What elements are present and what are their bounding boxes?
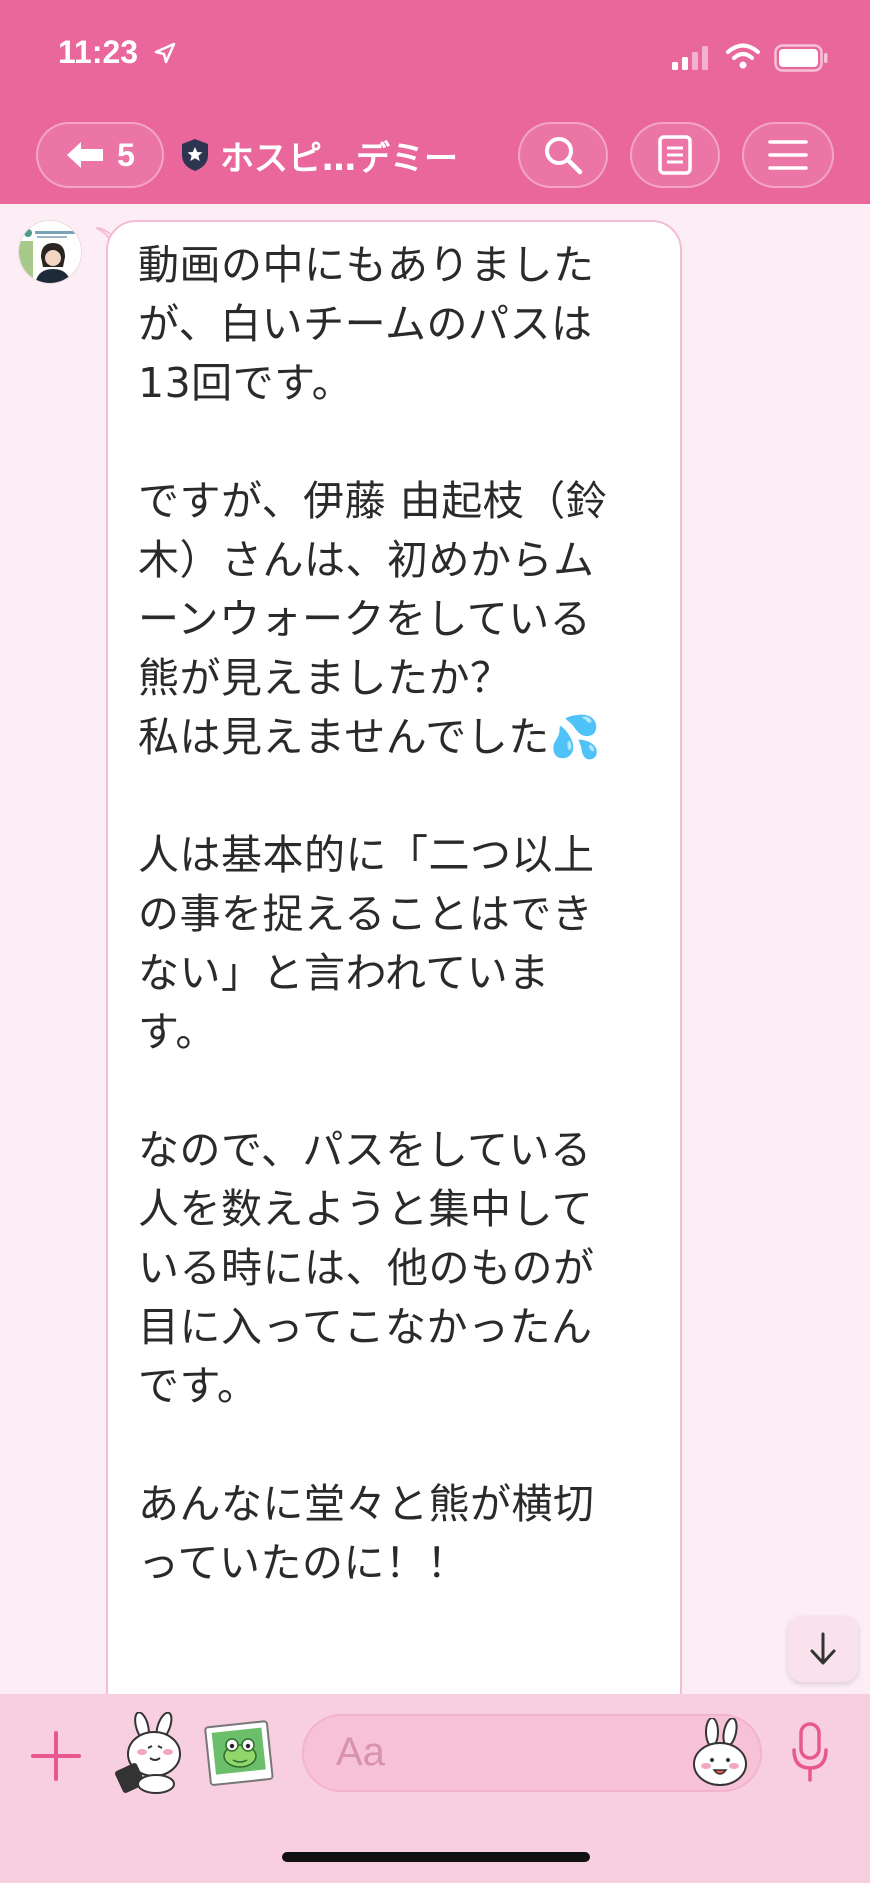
wifi-icon (726, 43, 760, 69)
sticker-frog-photo-icon[interactable] (204, 1718, 276, 1790)
back-button[interactable]: 5 (36, 122, 164, 188)
chat-title: ホスピ…デミー (220, 138, 458, 179)
menu-button[interactable] (742, 122, 834, 188)
chat-title-area[interactable]: ホスピ…デミー (180, 130, 458, 180)
shield-star-icon (182, 139, 208, 171)
search-icon (545, 137, 583, 175)
menu-icon (768, 140, 808, 170)
unread-count: 5 (117, 136, 135, 173)
search-button[interactable] (518, 122, 608, 188)
arrow-down-icon (810, 1632, 836, 1665)
battery-icon (774, 44, 828, 72)
scroll-to-bottom-button[interactable] (788, 1616, 858, 1682)
message-input-placeholder: Aa (336, 1730, 385, 1774)
message-text: 動画の中にもありました が、白いチームのパスは 13回です。 ですが、伊藤 由起… (138, 241, 608, 1587)
cellular-signal-icon (672, 46, 708, 70)
microphone-icon[interactable] (790, 1722, 830, 1784)
avatar-image (19, 221, 81, 283)
sticker-bunny-phone-icon[interactable] (112, 1712, 192, 1794)
chat-header: 11:23 5 ホスピ…デミー (0, 0, 870, 204)
sender-avatar[interactable] (18, 220, 82, 284)
status-bar: 11:23 (0, 0, 870, 110)
notes-icon (658, 135, 692, 175)
home-indicator (282, 1852, 590, 1862)
notes-button[interactable] (630, 122, 720, 188)
plus-icon[interactable] (30, 1730, 82, 1782)
status-time: 11:23 (58, 34, 139, 70)
emoji-bunny-icon[interactable] (690, 1718, 750, 1788)
location-arrow-icon (154, 42, 176, 64)
back-arrow-icon (67, 142, 104, 168)
